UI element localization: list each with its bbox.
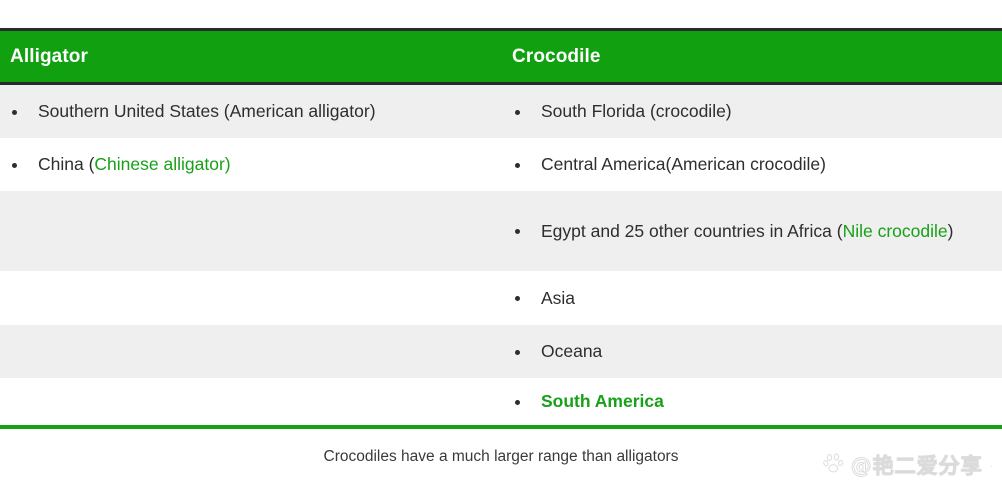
bullet-icon (515, 349, 520, 355)
crocodile-column: South Florida (crocodile) Central Americ… (500, 85, 1002, 425)
list-item-text: Oceana (541, 341, 603, 362)
list-item: China (Chinese alligator) (0, 138, 500, 191)
table-body: Southern United States (American alligat… (0, 85, 1002, 425)
list-item-content: South America (500, 389, 1002, 414)
list-item-text: Southern United States (American alligat… (38, 101, 376, 122)
alligator-column: Southern United States (American alligat… (0, 85, 500, 425)
list-item-content: Egypt and 25 other countries in Africa (… (500, 219, 1002, 244)
bullet-icon (515, 109, 520, 115)
column-header-alligator: Alligator (10, 45, 88, 67)
list-item-empty (0, 271, 500, 325)
comparison-table: Alligator Crocodile Southern United Stat… (0, 28, 1002, 429)
list-item-content: Southern United States (American alligat… (0, 99, 500, 124)
bullet-icon (12, 162, 17, 168)
table-header-row: Alligator Crocodile (0, 31, 1002, 85)
bullet-icon (515, 229, 520, 235)
bullet-icon (515, 399, 520, 405)
bullet-icon (515, 162, 520, 168)
list-item-content: Asia (500, 286, 1002, 311)
list-item-text: South America (541, 391, 664, 412)
bullet-icon (12, 109, 17, 115)
list-item: Southern United States (American alligat… (0, 85, 500, 138)
list-item-content: China (Chinese alligator) (0, 152, 500, 177)
list-item-text: Central America(American crocodile) (541, 154, 826, 175)
list-item-text: China (Chinese alligator) (38, 154, 231, 175)
page-root: Alligator Crocodile Southern United Stat… (0, 0, 1002, 500)
list-item-content: South Florida (crocodile) (500, 99, 1002, 124)
list-item: Asia (500, 271, 1002, 325)
list-item-empty (0, 378, 500, 425)
list-item-empty (0, 325, 500, 378)
list-item: Oceana (500, 325, 1002, 378)
list-item-text: Egypt and 25 other countries in Africa (… (541, 220, 954, 241)
list-item-text: South Florida (crocodile) (541, 101, 732, 122)
list-item: Egypt and 25 other countries in Africa (… (500, 191, 1002, 271)
list-item: Central America(American crocodile) (500, 138, 1002, 191)
column-header-crocodile: Crocodile (512, 45, 601, 67)
list-item: South America (500, 378, 1002, 425)
table-caption: Crocodiles have a much larger range than… (323, 448, 679, 465)
list-item: South Florida (crocodile) (500, 85, 1002, 138)
list-item-text: Asia (541, 287, 576, 308)
list-item-content: Central America(American crocodile) (500, 152, 1002, 177)
list-item-content: Oceana (500, 339, 1002, 364)
bullet-icon (515, 296, 520, 302)
list-item-empty (0, 191, 500, 271)
